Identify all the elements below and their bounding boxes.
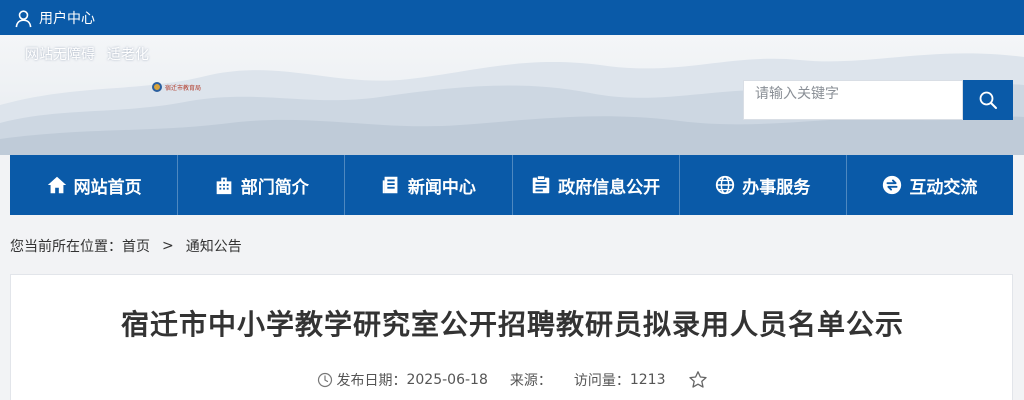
breadcrumb: 您当前所在位置： 首页 > 通知公告 [10, 236, 242, 256]
accessibility-link[interactable]: 网站无障碍 [25, 44, 95, 64]
search-icon [979, 91, 997, 109]
search-box [743, 80, 963, 120]
article-title: 宿迁市中小学教学研究室公开招聘教研员拟录用人员名单公示 [120, 308, 904, 341]
favorite-button[interactable] [688, 370, 708, 390]
main-nav: 网站首页 部门简介 新闻中心 政府信息公开 办事服务 互动交流 [10, 155, 1013, 215]
user-center-link[interactable]: 用户中心 [14, 7, 95, 29]
clock-icon [318, 372, 333, 388]
view-count-value: 1213 [629, 372, 666, 388]
publish-date-value: 2025-06-18 [406, 372, 488, 388]
home-icon [47, 176, 66, 194]
site-logo[interactable]: 宿迁市教育局 [152, 82, 201, 92]
nav-item-label: 新闻中心 [407, 177, 476, 198]
nav-item-services[interactable]: 办事服务 [678, 155, 846, 215]
user-center-label: 用户中心 [39, 11, 95, 27]
building-icon [216, 177, 232, 195]
breadcrumb-home-link[interactable]: 首页 [122, 236, 150, 256]
nav-item-gov-info[interactable]: 政府信息公开 [511, 155, 679, 215]
info-icon [532, 175, 550, 194]
elderly-mode-link[interactable]: 适老化 [107, 44, 149, 64]
publish-date-label: 发布日期： [336, 373, 407, 389]
nav-item-label: 办事服务 [742, 177, 811, 198]
source: 来源： [510, 370, 552, 390]
source-label: 来源： [509, 373, 552, 389]
breadcrumb-current-link[interactable]: 通知公告 [186, 236, 242, 256]
exchange-icon [883, 175, 902, 195]
news-icon [382, 176, 398, 194]
logo-emblem-icon [152, 82, 162, 92]
view-count-label: 访问量： [573, 373, 630, 389]
nav-item-home[interactable]: 网站首页 [10, 155, 177, 215]
nav-item-news[interactable]: 新闻中心 [344, 155, 511, 215]
article-panel: 宿迁市中小学教学研究室公开招聘教研员拟录用人员名单公示 发布日期： 2025-0… [10, 274, 1013, 400]
accessibility-links: 网站无障碍 适老化 [25, 44, 149, 64]
search-input[interactable] [744, 81, 962, 119]
nav-item-department[interactable]: 部门简介 [177, 155, 344, 215]
nav-item-label: 政府信息公开 [558, 177, 661, 198]
breadcrumb-separator: > [162, 238, 174, 254]
search-button[interactable] [963, 80, 1013, 120]
nav-item-label: 网站首页 [73, 177, 142, 198]
nav-item-interaction[interactable]: 互动交流 [845, 155, 1013, 215]
top-bar: 用户中心 [0, 0, 1024, 35]
user-icon [15, 9, 32, 27]
nav-item-label: 互动交流 [909, 177, 978, 198]
logo-text: 宿迁市教育局 [165, 84, 202, 92]
star-icon [688, 371, 707, 388]
publish-date: 发布日期： 2025-06-18 [317, 370, 488, 390]
nav-item-label: 部门简介 [240, 177, 309, 198]
view-count: 访问量： 1213 [574, 370, 666, 390]
breadcrumb-prefix: 您当前所在位置： [10, 239, 122, 255]
globe-icon [716, 175, 735, 195]
article-meta: 发布日期： 2025-06-18 来源： 访问量： 1213 [11, 370, 1014, 390]
